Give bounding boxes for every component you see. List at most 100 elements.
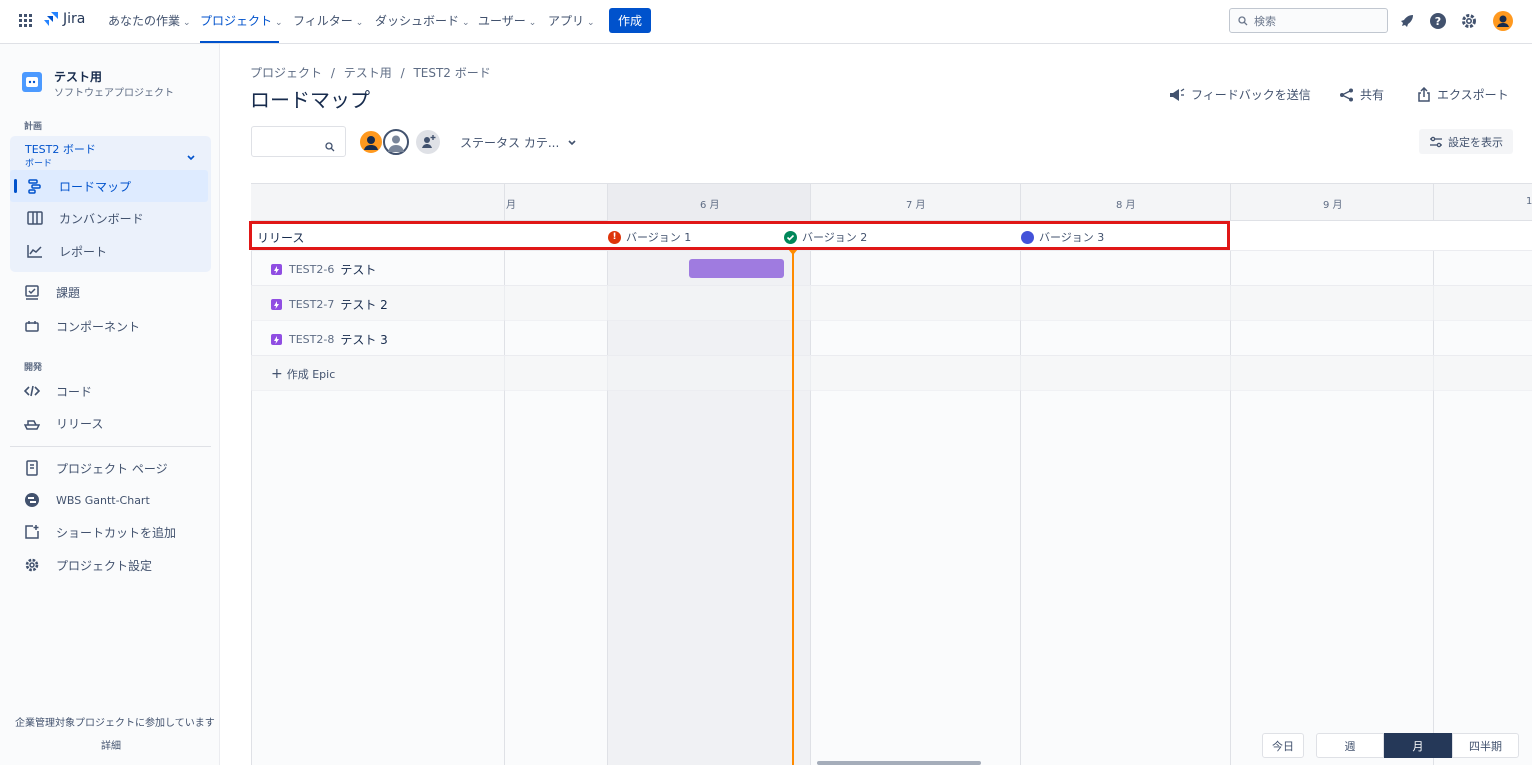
export-label: エクスポート (1437, 88, 1509, 102)
search-icon (325, 137, 335, 156)
epic-key: TEST2-7 (289, 298, 335, 311)
status-category-filter[interactable]: ステータス カテ... (460, 134, 577, 151)
share-button[interactable]: 共有 (1339, 86, 1384, 103)
sidebar-item-wbs-gantt[interactable]: WBS Gantt-Chart (22, 490, 150, 510)
section-dev-heading: 開発 (24, 363, 43, 373)
sidebar-item-issues[interactable]: 課題 (22, 282, 80, 302)
page-title: ロードマップ (250, 88, 370, 112)
sidebar-item-label: ショートカットを追加 (56, 525, 177, 540)
breadcrumb-projects[interactable]: プロジェクト (250, 66, 322, 80)
month-label: 1 (1526, 196, 1532, 207)
zoom-month-button[interactable]: 月 (1384, 733, 1452, 758)
sidebar-item-label: プロジェクト設定 (56, 558, 153, 573)
release-row-highlight-box (249, 221, 1230, 250)
breadcrumb: プロジェクト / テスト用 / TEST2 ボード (250, 64, 491, 81)
chevron-down-icon: ⌄ (462, 18, 470, 28)
export-button[interactable]: エクスポート (1417, 86, 1509, 103)
megaphone-icon (1169, 87, 1185, 102)
search-icon (1238, 15, 1248, 26)
table-row (251, 356, 1532, 391)
table-row (251, 286, 1532, 321)
details-link[interactable]: 詳細 (101, 737, 121, 752)
create-button[interactable]: 作成 (609, 8, 651, 33)
view-settings-button[interactable]: 設定を表示 (1419, 129, 1513, 154)
gantt-app-icon (22, 490, 42, 510)
epic-row-item[interactable]: TEST2-6 テスト (271, 261, 376, 278)
share-icon (1339, 88, 1354, 102)
epic-row-item[interactable]: TEST2-8 テスト 3 (271, 331, 388, 348)
board-type: ボード (25, 159, 53, 169)
epic-icon (271, 299, 282, 310)
chevron-down-icon (567, 139, 577, 147)
unassigned-avatar[interactable] (383, 129, 409, 155)
top-navigation: Jira あなたの作業 ⌄ プロジェクト ⌄ フィルター ⌄ ダッシュボード ⌄ ユーザ… (0, 0, 1532, 44)
breadcrumb-separator: / (400, 66, 405, 80)
jira-logo-icon (44, 11, 59, 27)
sidebar-item-project-pages[interactable]: プロジェクト ページ (22, 458, 168, 478)
sidebar-item-project-settings[interactable]: プロジェクト設定 (22, 555, 152, 575)
nav-apps[interactable]: アプリ ⌄ (548, 12, 595, 29)
view-settings-label: 設定を表示 (1448, 135, 1503, 149)
sidebar-item-reports[interactable]: レポート (25, 241, 107, 261)
breadcrumb-board[interactable]: TEST2 ボード (413, 66, 490, 80)
roadmap-icon (25, 176, 45, 196)
epic-name: テスト 2 (340, 298, 388, 312)
board-columns-icon (25, 208, 45, 228)
month-label: 9 月 (1323, 200, 1343, 211)
sidebar-item-components[interactable]: コンポーネント (22, 316, 140, 336)
issues-icon (22, 282, 42, 302)
nav-dashboards[interactable]: ダッシュボード ⌄ (375, 12, 470, 29)
epic-icon (271, 334, 282, 345)
epic-timeline-bar[interactable] (689, 259, 784, 278)
nav-label: アプリ (548, 14, 585, 28)
nav-filters[interactable]: フィルター ⌄ (293, 12, 363, 29)
board-selector[interactable]: TEST2 ボード (25, 141, 96, 157)
svg-text:?: ? (1435, 15, 1441, 28)
chart-line-icon (25, 241, 45, 261)
jira-logo[interactable]: Jira (44, 11, 85, 27)
nav-label: プロジェクト (200, 14, 273, 28)
nav-users[interactable]: ユーザー ⌄ (478, 12, 536, 29)
roadmap-search-input[interactable] (251, 126, 346, 157)
table-row (251, 321, 1532, 356)
breadcrumb-separator: / (330, 66, 335, 80)
create-epic-button[interactable]: + 作成 Epic (271, 366, 335, 382)
month-label: 月 (506, 200, 516, 211)
today-button[interactable]: 今日 (1262, 733, 1304, 758)
sidebar-item-label: コンポーネント (56, 319, 141, 334)
project-name[interactable]: テスト用 (54, 68, 102, 85)
managed-project-notice: 企業管理対象プロジェクトに参加しています (15, 718, 215, 729)
sidebar-item-kanban[interactable]: カンバンボード (25, 208, 144, 228)
chevron-down-icon: ⌄ (355, 18, 364, 28)
sidebar-item-releases[interactable]: リリース (22, 413, 103, 433)
settings-gear-icon[interactable] (1459, 11, 1479, 31)
project-avatar[interactable] (22, 72, 42, 92)
epic-icon (271, 264, 282, 275)
add-people-icon[interactable] (416, 130, 440, 154)
epic-key: TEST2-8 (289, 333, 335, 346)
sidebar-item-add-shortcut[interactable]: ショートカットを追加 (22, 522, 176, 542)
sliders-icon (1429, 136, 1443, 148)
chevron-down-icon[interactable] (186, 147, 196, 166)
feedback-button[interactable]: フィードバックを送信 (1169, 86, 1311, 103)
nav-projects[interactable]: プロジェクト ⌄ (200, 12, 283, 29)
add-shortcut-icon (22, 522, 42, 542)
app-switcher-icon[interactable] (19, 13, 33, 27)
sidebar-item-label: カンバンボード (59, 211, 144, 226)
sidebar-item-code[interactable]: コード (22, 381, 92, 401)
search-input[interactable]: 検索 (1229, 8, 1388, 33)
chevron-down-icon: ⌄ (587, 18, 595, 28)
help-icon[interactable]: ? (1428, 11, 1448, 31)
assignee-avatar[interactable] (358, 129, 384, 155)
notifications-rocket-icon[interactable] (1397, 11, 1417, 31)
user-avatar[interactable] (1493, 11, 1513, 31)
epic-row-item[interactable]: TEST2-7 テスト 2 (271, 296, 388, 313)
horizontal-scrollbar[interactable] (817, 761, 981, 765)
nav-label: ユーザー (478, 14, 526, 28)
section-plan-heading: 計画 (24, 122, 43, 132)
zoom-quarter-button[interactable]: 四半期 (1452, 733, 1519, 758)
breadcrumb-project[interactable]: テスト用 (344, 66, 392, 80)
zoom-week-button[interactable]: 週 (1316, 733, 1384, 758)
nav-your-work[interactable]: あなたの作業 ⌄ (108, 12, 191, 29)
sidebar-item-roadmap[interactable]: ロードマップ (25, 176, 131, 196)
